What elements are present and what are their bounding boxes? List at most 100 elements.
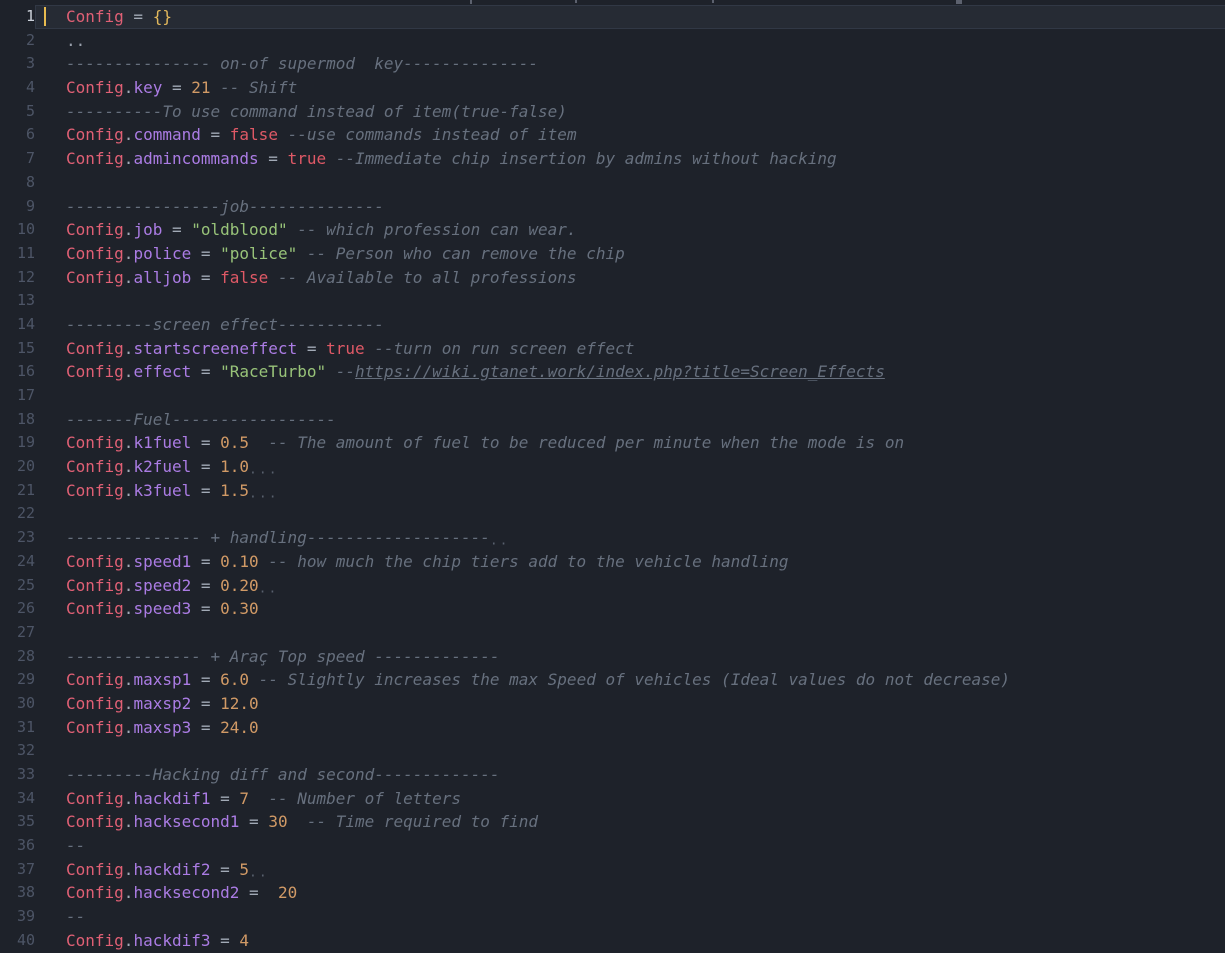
- code-line[interactable]: 22: [0, 502, 1225, 526]
- code-line[interactable]: 11Config.police = "police" -- Person who…: [0, 242, 1225, 266]
- line-number[interactable]: 2: [0, 29, 35, 53]
- code-token: Config: [66, 481, 124, 500]
- line-number[interactable]: 11: [0, 242, 35, 266]
- line-number[interactable]: 12: [0, 266, 35, 290]
- line-number[interactable]: 37: [0, 858, 35, 882]
- code-text: Config.speed1 = 0.10 -- how much the chi…: [35, 550, 1225, 574]
- code-line[interactable]: 6Config.command = false --use commands i…: [0, 123, 1225, 147]
- code-line[interactable]: 18-------Fuel-----------------: [0, 408, 1225, 432]
- code-line[interactable]: 28-------------- + Araç Top speed ------…: [0, 645, 1225, 669]
- code-line[interactable]: 35Config.hacksecond1 = 30 -- Time requir…: [0, 810, 1225, 834]
- line-number[interactable]: 31: [0, 716, 35, 740]
- line-number[interactable]: 24: [0, 550, 35, 574]
- code-line[interactable]: 39--: [0, 905, 1225, 929]
- code-line[interactable]: 9----------------job--------------: [0, 195, 1225, 219]
- line-number[interactable]: 18: [0, 408, 35, 432]
- line-number[interactable]: 27: [0, 621, 35, 645]
- line-number[interactable]: 28: [0, 645, 35, 669]
- code-token: 1.0: [220, 457, 249, 476]
- line-number[interactable]: 33: [0, 763, 35, 787]
- code-token: =: [211, 931, 240, 950]
- line-number[interactable]: 4: [0, 76, 35, 100]
- code-line[interactable]: 30Config.maxsp2 = 12.0: [0, 692, 1225, 716]
- line-number[interactable]: 8: [0, 171, 35, 195]
- line-number[interactable]: 21: [0, 479, 35, 503]
- code-line[interactable]: 13: [0, 289, 1225, 313]
- code-line[interactable]: 19Config.k1fuel = 0.5 -- The amount of f…: [0, 431, 1225, 455]
- code-line[interactable]: 38Config.hacksecond2 = 20: [0, 881, 1225, 905]
- code-line[interactable]: 21Config.k3fuel = 1.5···: [0, 479, 1225, 503]
- code-token: .: [124, 149, 134, 168]
- code-line[interactable]: 4Config.key = 21 -- Shift: [0, 76, 1225, 100]
- code-token: .: [124, 576, 134, 595]
- code-line[interactable]: 8: [0, 171, 1225, 195]
- code-token: maxsp1: [133, 670, 191, 689]
- code-line[interactable]: 34Config.hackdif1 = 7 -- Number of lette…: [0, 787, 1225, 811]
- code-line[interactable]: 10Config.job = "oldblood" -- which profe…: [0, 218, 1225, 242]
- code-line[interactable]: 7Config.admincommands = true --Immediate…: [0, 147, 1225, 171]
- line-number[interactable]: 29: [0, 668, 35, 692]
- line-number[interactable]: 38: [0, 881, 35, 905]
- line-number[interactable]: 19: [0, 431, 35, 455]
- line-number[interactable]: 6: [0, 123, 35, 147]
- code-line[interactable]: 5----------To use command instead of ite…: [0, 100, 1225, 124]
- code-text: Config.startscreeneffect = true --turn o…: [35, 337, 1225, 361]
- code-token: .: [124, 694, 134, 713]
- line-number[interactable]: 30: [0, 692, 35, 716]
- code-token: =: [191, 362, 220, 381]
- line-number[interactable]: 16: [0, 360, 35, 384]
- code-token: =: [239, 812, 268, 831]
- code-line[interactable]: 25Config.speed2 = 0.20··: [0, 574, 1225, 598]
- code-token: k2fuel: [133, 457, 191, 476]
- code-token: -- which profession can wear.: [288, 220, 577, 239]
- code-line[interactable]: 27: [0, 621, 1225, 645]
- code-token: https://wiki.gtanet.work/index.php?title…: [355, 362, 885, 381]
- code-line[interactable]: 2..: [0, 29, 1225, 53]
- code-line[interactable]: 37Config.hackdif2 = 5··: [0, 858, 1225, 882]
- code-line[interactable]: 36--: [0, 834, 1225, 858]
- code-line[interactable]: 1Config = {}: [0, 5, 1225, 29]
- code-line[interactable]: 16Config.effect = "RaceTurbo" --https://…: [0, 360, 1225, 384]
- code-line[interactable]: 33---------Hacking diff and second------…: [0, 763, 1225, 787]
- line-number[interactable]: 34: [0, 787, 35, 811]
- code-line[interactable]: 20Config.k2fuel = 1.0···: [0, 455, 1225, 479]
- code-line[interactable]: 32: [0, 739, 1225, 763]
- line-number[interactable]: 39: [0, 905, 35, 929]
- code-line[interactable]: 15Config.startscreeneffect = true --turn…: [0, 337, 1225, 361]
- code-token: .: [124, 433, 134, 452]
- code-line[interactable]: 14---------screen effect-----------: [0, 313, 1225, 337]
- line-number[interactable]: 36: [0, 834, 35, 858]
- line-number[interactable]: 1: [0, 5, 35, 29]
- code-token: .: [124, 599, 134, 618]
- code-line[interactable]: 29Config.maxsp1 = 6.0 -- Slightly increa…: [0, 668, 1225, 692]
- code-token: .: [124, 718, 134, 737]
- code-token: ..: [66, 31, 85, 50]
- line-number[interactable]: 5: [0, 100, 35, 124]
- line-number[interactable]: 32: [0, 739, 35, 763]
- code-token: Config: [66, 433, 124, 452]
- line-number[interactable]: 35: [0, 810, 35, 834]
- line-number[interactable]: 17: [0, 384, 35, 408]
- line-number[interactable]: 26: [0, 597, 35, 621]
- line-number[interactable]: 20: [0, 455, 35, 479]
- code-line[interactable]: 40Config.hackdif3 = 4: [0, 929, 1225, 953]
- code-line[interactable]: 23-------------- + handling-------------…: [0, 526, 1225, 550]
- code-line[interactable]: 26Config.speed3 = 0.30: [0, 597, 1225, 621]
- code-line[interactable]: 31Config.maxsp3 = 24.0: [0, 716, 1225, 740]
- line-number[interactable]: 14: [0, 313, 35, 337]
- line-number[interactable]: 40: [0, 929, 35, 953]
- line-number[interactable]: 15: [0, 337, 35, 361]
- line-number[interactable]: 3: [0, 52, 35, 76]
- code-line[interactable]: 17: [0, 384, 1225, 408]
- line-number[interactable]: 7: [0, 147, 35, 171]
- line-number[interactable]: 25: [0, 574, 35, 598]
- line-number[interactable]: 9: [0, 195, 35, 219]
- line-number[interactable]: 13: [0, 289, 35, 313]
- line-number[interactable]: 23: [0, 526, 35, 550]
- code-line[interactable]: 12Config.alljob = false -- Available to …: [0, 266, 1225, 290]
- line-number[interactable]: 22: [0, 502, 35, 526]
- line-number[interactable]: 10: [0, 218, 35, 242]
- code-token: job: [133, 220, 162, 239]
- code-line[interactable]: 3--------------- on-of supermod key-----…: [0, 52, 1225, 76]
- code-line[interactable]: 24Config.speed1 = 0.10 -- how much the c…: [0, 550, 1225, 574]
